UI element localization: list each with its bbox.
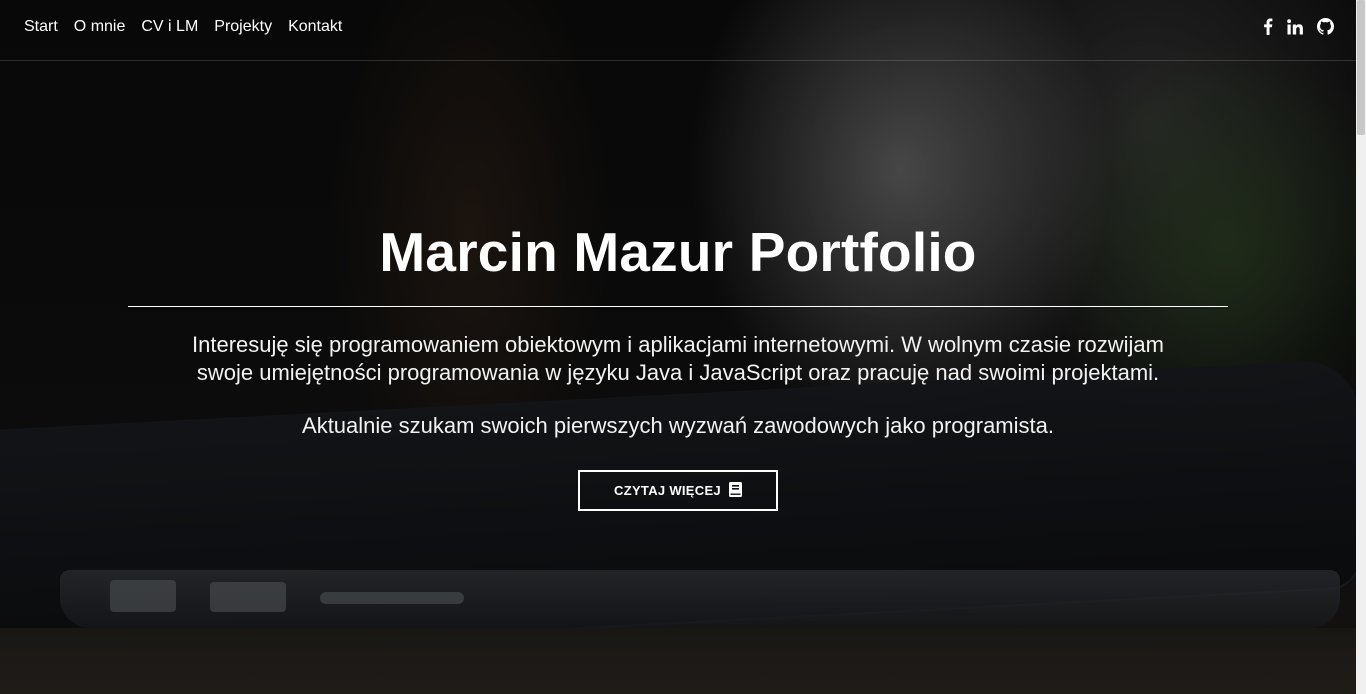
nav-projekty[interactable]: Projekty bbox=[214, 18, 272, 36]
github-icon[interactable] bbox=[1317, 18, 1334, 35]
hero-section: Marcin Mazur Portfolio Interesuję się pr… bbox=[128, 220, 1228, 511]
scrollbar-thumb[interactable] bbox=[1357, 0, 1365, 135]
book-icon bbox=[728, 481, 742, 500]
intro-line-1: Interesuję się programowaniem obiektowym… bbox=[192, 332, 1164, 357]
page-title: Marcin Mazur Portfolio bbox=[379, 221, 977, 283]
top-navbar: Start O mnie CV i LM Projekty Kontakt bbox=[0, 0, 1356, 61]
intro-text: Interesuję się programowaniem obiektowym… bbox=[128, 331, 1228, 387]
linkedin-icon[interactable] bbox=[1287, 18, 1303, 35]
nav-cv-i-lm[interactable]: CV i LM bbox=[141, 18, 198, 36]
page-scrollbar[interactable] bbox=[1356, 0, 1366, 694]
nav-start[interactable]: Start bbox=[24, 18, 58, 36]
nav-kontakt[interactable]: Kontakt bbox=[288, 18, 342, 36]
facebook-icon[interactable] bbox=[1263, 18, 1273, 35]
nav-o-mnie[interactable]: O mnie bbox=[74, 18, 126, 36]
social-links bbox=[1263, 18, 1334, 35]
read-more-button[interactable]: CZYTAJ WIĘCEJ bbox=[578, 470, 778, 511]
intro-line-2: swoje umiejętności programowania w język… bbox=[196, 360, 1160, 385]
nav-links: Start O mnie CV i LM Projekty Kontakt bbox=[24, 18, 342, 36]
title-divider bbox=[128, 306, 1228, 307]
job-search-text: Aktualnie szukam swoich pierwszych wyzwa… bbox=[302, 413, 1054, 438]
read-more-label: CZYTAJ WIĘCEJ bbox=[614, 483, 721, 498]
